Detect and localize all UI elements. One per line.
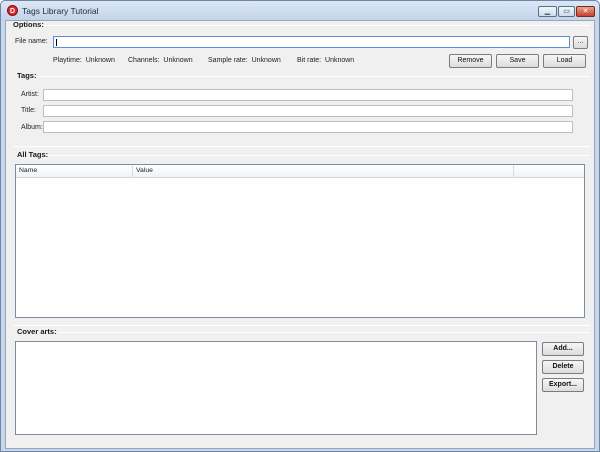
bit-rate-info: Bit rate: Unknown bbox=[297, 57, 354, 64]
all-tags-separator bbox=[48, 155, 590, 156]
cover-arts-section-label: Cover arts: bbox=[17, 327, 57, 336]
title-label: Title: bbox=[21, 107, 36, 114]
bit-rate-value: Unknown bbox=[325, 57, 355, 64]
app-window: D Tags Library Tutorial ▁ ▭ ✕ Options: F… bbox=[0, 0, 600, 452]
browse-button[interactable]: ... bbox=[573, 36, 588, 49]
text-caret bbox=[56, 39, 57, 46]
title-bar[interactable]: D Tags Library Tutorial ▁ ▭ ✕ bbox=[1, 1, 599, 21]
all-tags-list[interactable]: Name Value bbox=[15, 164, 585, 318]
window-title: Tags Library Tutorial bbox=[22, 6, 99, 16]
artist-input[interactable] bbox=[43, 89, 573, 101]
maximize-button[interactable]: ▭ bbox=[558, 6, 575, 17]
options-separator bbox=[44, 25, 590, 26]
sample-rate-label: Sample rate: bbox=[208, 57, 248, 64]
column-header-name[interactable]: Name bbox=[16, 165, 133, 178]
bit-rate-label: Bit rate: bbox=[297, 57, 322, 64]
tags-section-label: Tags: bbox=[17, 71, 37, 80]
column-header-filler bbox=[514, 165, 584, 178]
all-tags-section-label: All Tags: bbox=[17, 150, 49, 159]
sample-rate-value: Unknown bbox=[251, 57, 281, 64]
cover-arts-separator bbox=[58, 332, 590, 333]
column-header-value[interactable]: Value bbox=[133, 165, 514, 178]
all-tags-header: Name Value bbox=[16, 165, 584, 178]
client-area: Options: File name: ... Playtime: Unknow… bbox=[5, 20, 595, 449]
add-cover-button[interactable]: Add... bbox=[542, 342, 584, 356]
title-input[interactable] bbox=[43, 105, 573, 117]
cover-arts-list[interactable] bbox=[15, 341, 537, 435]
channels-value: Unknown bbox=[163, 57, 193, 64]
minimize-button[interactable]: ▁ bbox=[538, 6, 557, 17]
all-tags-top-separator bbox=[13, 146, 590, 147]
delete-cover-button[interactable]: Delete bbox=[542, 360, 584, 374]
sample-rate-info: Sample rate: Unknown bbox=[208, 57, 281, 64]
close-button[interactable]: ✕ bbox=[576, 6, 595, 17]
playtime-label: Playtime: bbox=[53, 57, 82, 64]
album-input[interactable] bbox=[43, 121, 573, 133]
channels-label: Channels: bbox=[128, 57, 160, 64]
load-button[interactable]: Load bbox=[543, 54, 586, 68]
remove-button[interactable]: Remove bbox=[449, 54, 492, 68]
channels-info: Channels: Unknown bbox=[128, 57, 193, 64]
playtime-value: Unknown bbox=[85, 57, 115, 64]
playtime-info: Playtime: Unknown bbox=[53, 57, 115, 64]
file-name-input[interactable] bbox=[53, 36, 570, 48]
app-logo-icon: D bbox=[7, 5, 18, 16]
album-label: Album: bbox=[21, 124, 43, 131]
tags-separator bbox=[38, 76, 590, 77]
artist-label: Artist: bbox=[21, 91, 39, 98]
cover-arts-top-separator bbox=[13, 325, 590, 326]
options-section-label: Options: bbox=[13, 20, 44, 29]
save-button[interactable]: Save bbox=[496, 54, 539, 68]
export-cover-button[interactable]: Export... bbox=[542, 378, 584, 392]
file-name-label: File name: bbox=[15, 38, 48, 45]
